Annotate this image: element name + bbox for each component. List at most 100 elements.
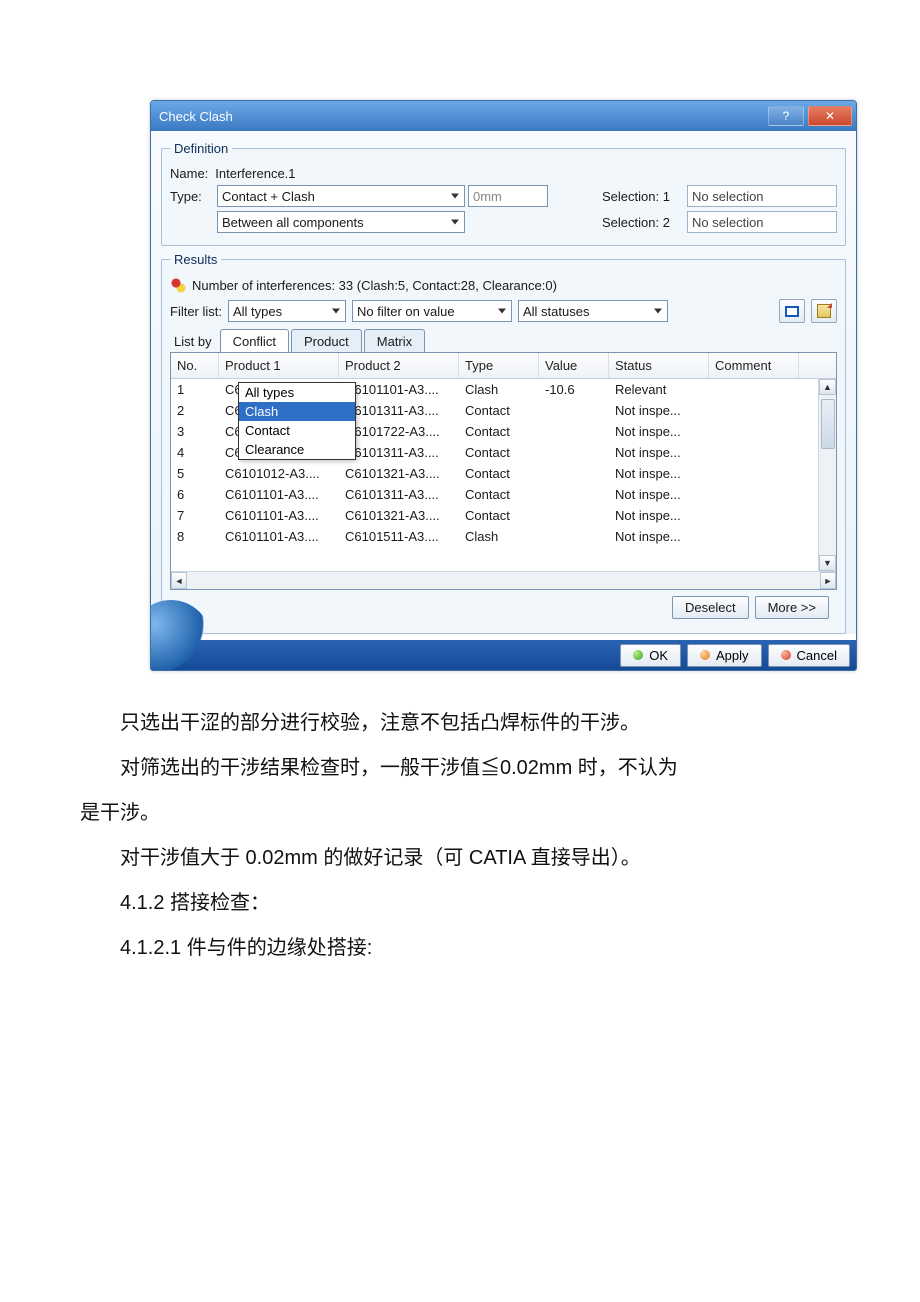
table-cell: 3 [171, 421, 219, 442]
table-cell [539, 484, 609, 505]
deselect-button[interactable]: Deselect [672, 596, 749, 619]
table-cell: 8 [171, 526, 219, 547]
col-product2[interactable]: Product 2 [339, 353, 459, 378]
filter-value-combo[interactable]: No filter on value [352, 300, 512, 322]
dropdown-option[interactable]: Clash [239, 402, 355, 421]
table-cell: Not inspe... [609, 505, 709, 526]
definition-group: Definition Name: Interference.1 Type: Co… [161, 141, 846, 246]
name-label: Name: [170, 166, 212, 181]
paragraph: 对筛选出的干涉结果检查时，一般干涉值≦0.02mm 时，不认为 [80, 750, 840, 787]
table-cell: -10.6 [539, 379, 609, 400]
table-cell [709, 505, 799, 526]
table-cell: Contact [459, 442, 539, 463]
table-row[interactable]: 7C6101101-A3....C6101321-A3....ContactNo… [171, 505, 836, 526]
scroll-up-icon[interactable]: ▲ [819, 379, 836, 395]
table-cell: 5 [171, 463, 219, 484]
table-cell: Relevant [609, 379, 709, 400]
table-cell: Not inspe... [609, 421, 709, 442]
interference-icon [170, 277, 186, 293]
table-cell: C6101722-A3.... [339, 421, 459, 442]
table-cell: Contact [459, 484, 539, 505]
table-cell: C6101511-A3.... [339, 526, 459, 547]
table-cell [709, 526, 799, 547]
table-row[interactable]: 8C6101101-A3....C6101511-A3....ClashNot … [171, 526, 836, 547]
col-product1[interactable]: Product 1 [219, 353, 339, 378]
more-button[interactable]: More >> [755, 596, 829, 619]
col-type[interactable]: Type [459, 353, 539, 378]
detailed-results-button[interactable] [779, 299, 805, 323]
table-cell [539, 421, 609, 442]
close-icon[interactable]: ✕ [808, 106, 852, 126]
horizontal-scrollbar[interactable]: ◄ ► [171, 571, 836, 589]
scope-combo[interactable]: Between all components [217, 211, 465, 233]
table-cell [539, 400, 609, 421]
filter-type-dropdown[interactable]: All types Clash Contact Clearance [238, 382, 356, 460]
vertical-scrollbar[interactable]: ▲ ▼ [818, 379, 836, 571]
dropdown-option[interactable]: Clearance [239, 440, 355, 459]
table-row[interactable]: 5C6101012-A3....C6101321-A3....ContactNo… [171, 463, 836, 484]
table-cell [709, 379, 799, 400]
table-cell: 7 [171, 505, 219, 526]
col-comment[interactable]: Comment [709, 353, 799, 378]
filter-label: Filter list: [170, 304, 222, 319]
name-value: Interference.1 [215, 166, 295, 181]
table-cell: Contact [459, 400, 539, 421]
filter-type-combo[interactable]: All types [228, 300, 346, 322]
selection2-box[interactable]: No selection [687, 211, 837, 233]
titlebar[interactable]: Check Clash ? ✕ [151, 101, 856, 131]
selection1-box[interactable]: No selection [687, 185, 837, 207]
table-cell: 1 [171, 379, 219, 400]
table-cell [709, 421, 799, 442]
col-status[interactable]: Status [609, 353, 709, 378]
help-icon[interactable]: ? [768, 106, 804, 126]
export-button[interactable] [811, 299, 837, 323]
table-header-row: No. Product 1 Product 2 Type Value Statu… [171, 353, 836, 379]
table-cell: Not inspe... [609, 526, 709, 547]
paragraph: 只选出干涩的部分进行校验，注意不包括凸焊标件的干涉。 [80, 705, 840, 742]
scroll-thumb[interactable] [821, 399, 835, 449]
type-combo[interactable]: Contact + Clash [217, 185, 465, 207]
table-cell: C6101311-A3.... [339, 400, 459, 421]
tab-matrix[interactable]: Matrix [364, 329, 425, 353]
cancel-button[interactable]: Cancel [768, 644, 850, 667]
table-cell: C6101311-A3.... [339, 442, 459, 463]
scroll-right-icon[interactable]: ► [820, 572, 836, 589]
table-cell [709, 400, 799, 421]
clearance-input[interactable]: 0mm [468, 185, 548, 207]
tab-product[interactable]: Product [291, 329, 362, 353]
table-cell: C6101311-A3.... [339, 484, 459, 505]
dot-red-icon [781, 650, 791, 660]
dot-green-icon [633, 650, 643, 660]
table-cell: Clash [459, 379, 539, 400]
scroll-left-icon[interactable]: ◄ [171, 572, 187, 589]
apply-button[interactable]: Apply [687, 644, 762, 667]
ok-button[interactable]: OK [620, 644, 681, 667]
filter-status-combo[interactable]: All statuses [518, 300, 668, 322]
table-cell [709, 463, 799, 484]
table-cell: C6101101-A3.... [219, 505, 339, 526]
col-value[interactable]: Value [539, 353, 609, 378]
scroll-down-icon[interactable]: ▼ [819, 555, 836, 571]
listby-label: List by [170, 334, 220, 349]
table-row[interactable]: 6C6101101-A3....C6101311-A3....ContactNo… [171, 484, 836, 505]
dropdown-option[interactable]: Contact [239, 421, 355, 440]
selection2-label: Selection: 2 [602, 215, 684, 230]
table-cell: 6 [171, 484, 219, 505]
dot-orange-icon [700, 650, 710, 660]
table-cell: C6101321-A3.... [339, 505, 459, 526]
table-cell: Not inspe... [609, 442, 709, 463]
table-cell: Contact [459, 421, 539, 442]
table-cell [709, 484, 799, 505]
table-cell: 2 [171, 400, 219, 421]
table-cell: C6101321-A3.... [339, 463, 459, 484]
col-no[interactable]: No. [171, 353, 219, 378]
dialog-footer: OK Apply Cancel [151, 640, 856, 670]
dropdown-option[interactable]: All types [239, 383, 355, 402]
table-cell: Clash [459, 526, 539, 547]
paragraph: 4.1.2.1 件与件的边缘处搭接: [80, 930, 840, 967]
tab-conflict[interactable]: Conflict [220, 329, 289, 353]
paragraph: 对干涉值大于 0.02mm 的做好记录（可 CATIA 直接导出）。 [80, 840, 840, 877]
table-cell [709, 442, 799, 463]
table-cell [539, 463, 609, 484]
check-clash-dialog: Check Clash ? ✕ Definition Name: Interfe… [150, 100, 857, 671]
